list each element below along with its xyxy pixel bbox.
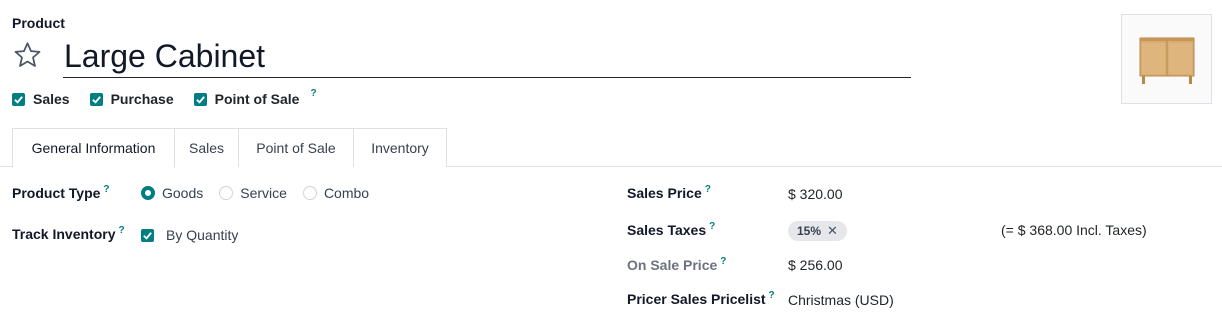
checkbox-checked-icon[interactable]: [141, 228, 154, 242]
star-outline-icon[interactable]: [12, 40, 43, 70]
track-inventory-label-text: Track Inventory: [12, 226, 116, 242]
purchase-flag-label: Purchase: [110, 91, 174, 107]
purchase-checkbox[interactable]: Purchase: [89, 91, 174, 107]
product-image[interactable]: [1121, 14, 1212, 104]
tax-tag-label: 15%: [797, 224, 822, 238]
help-tooltip-icon[interactable]: ?: [310, 88, 316, 99]
incl-taxes-text: (= $ 368.00 Incl. Taxes): [1001, 222, 1147, 238]
sales-taxes-label: Sales Taxes?: [627, 221, 715, 238]
sales-price-label-text: Sales Price: [627, 185, 702, 201]
track-inventory-value: By Quantity: [166, 227, 239, 243]
sales-price-input[interactable]: $ 320.00: [788, 186, 843, 202]
pricelist-label: Pricer Sales Pricelist?: [627, 290, 775, 307]
product-type-radio-group: Goods Service Combo: [141, 185, 369, 201]
point-of-sale-checkbox[interactable]: Point of Sale ?: [193, 88, 317, 107]
radio-service-label: Service: [240, 185, 287, 201]
help-tooltip-icon[interactable]: ?: [103, 184, 109, 195]
radio-unselected-icon[interactable]: [302, 186, 317, 200]
on-sale-price-label: On Sale Price?: [627, 256, 726, 273]
product-type-label: Product Type?: [12, 184, 110, 201]
radio-service[interactable]: Service: [219, 185, 287, 201]
product-type-label-text: Product Type: [12, 185, 101, 201]
product-flags: Sales Purchase Point of Sale ?: [12, 88, 317, 107]
tab-inventory[interactable]: Inventory: [354, 128, 447, 167]
help-tooltip-icon[interactable]: ?: [119, 225, 125, 236]
product-caption: Product: [12, 15, 65, 31]
tax-tag: 15% ✕: [788, 221, 847, 241]
help-tooltip-icon[interactable]: ?: [709, 221, 715, 232]
radio-goods-label: Goods: [162, 185, 204, 201]
checkbox-checked-icon[interactable]: [193, 92, 207, 106]
radio-goods[interactable]: Goods: [141, 185, 203, 201]
track-inventory-checkbox[interactable]: By Quantity: [141, 227, 238, 243]
radio-unselected-icon[interactable]: [219, 186, 234, 200]
on-sale-price-label-text: On Sale Price: [627, 257, 718, 273]
help-tooltip-icon[interactable]: ?: [769, 290, 775, 301]
pricelist-label-text: Pricer Sales Pricelist: [627, 291, 766, 307]
sales-taxes-label-text: Sales Taxes: [627, 222, 707, 238]
tab-point-of-sale[interactable]: Point of Sale: [239, 128, 354, 167]
sales-price-label: Sales Price?: [627, 184, 711, 201]
on-sale-price-value: $ 256.00: [788, 257, 843, 273]
sales-checkbox[interactable]: Sales: [12, 91, 70, 107]
checkbox-checked-icon[interactable]: [89, 92, 103, 106]
notebook-tabs: General Information Sales Point of Sale …: [0, 128, 1222, 168]
track-inventory-label: Track Inventory?: [12, 225, 125, 242]
tab-general-information[interactable]: General Information: [12, 128, 175, 168]
radio-combo-label: Combo: [323, 185, 370, 201]
radio-selected-icon[interactable]: [141, 186, 155, 200]
point-of-sale-flag-label: Point of Sale: [214, 91, 300, 107]
help-tooltip-icon[interactable]: ?: [705, 184, 711, 195]
checkbox-checked-icon[interactable]: [12, 92, 25, 106]
sales-flag-label: Sales: [33, 91, 70, 107]
help-tooltip-icon[interactable]: ?: [720, 256, 726, 267]
remove-tag-icon[interactable]: ✕: [827, 223, 838, 239]
product-name-input[interactable]: Large Cabinet: [63, 36, 911, 78]
pricelist-value[interactable]: Christmas (USD): [788, 292, 894, 308]
cabinet-image: [1139, 37, 1194, 84]
radio-combo[interactable]: Combo: [302, 185, 370, 201]
tab-sales[interactable]: Sales: [175, 128, 239, 167]
